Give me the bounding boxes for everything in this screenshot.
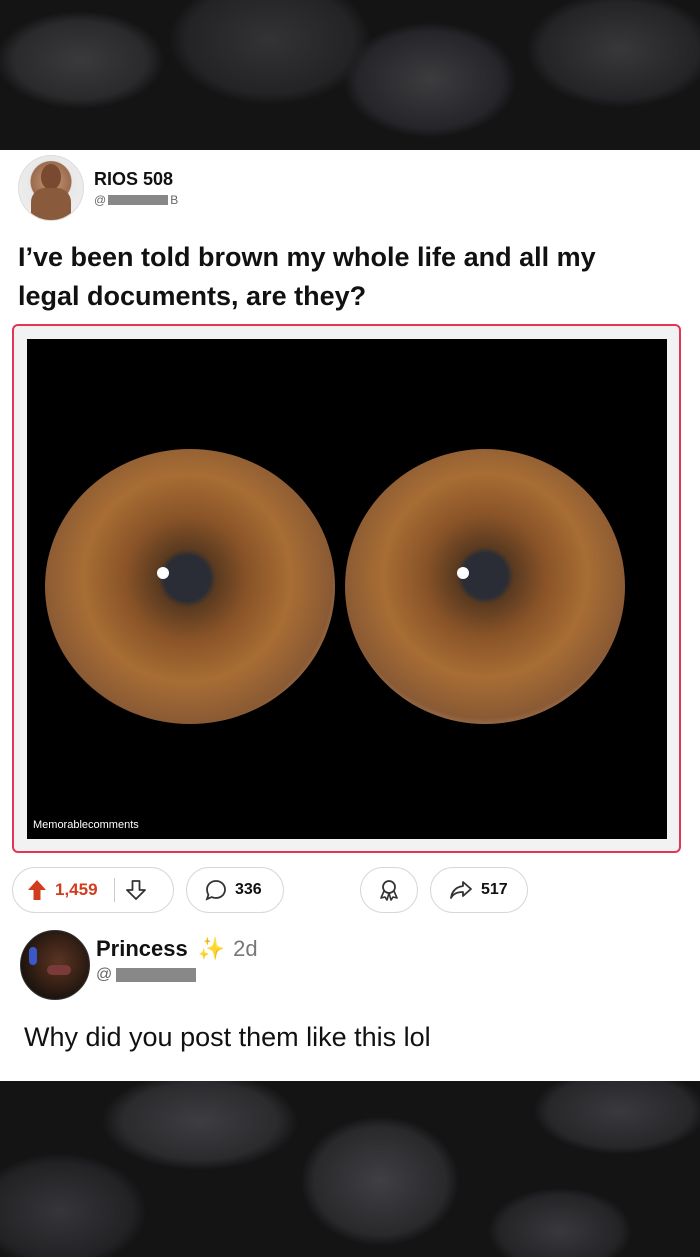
award-button[interactable] bbox=[360, 867, 418, 913]
left-eye-image bbox=[45, 449, 335, 724]
commenter-name-row: Princess ✨ 2d bbox=[96, 936, 258, 962]
post-header: RIOS 508 @ B bbox=[18, 155, 178, 221]
action-bar: 1,459 336 517 bbox=[12, 866, 528, 914]
background-rocks-top bbox=[0, 0, 700, 150]
background-rocks-bottom bbox=[0, 1081, 700, 1257]
vote-divider bbox=[113, 878, 115, 902]
comment-count: 336 bbox=[235, 881, 262, 898]
award-icon bbox=[380, 880, 398, 901]
share-button[interactable]: 517 bbox=[430, 867, 528, 913]
downvote-arrow-icon[interactable] bbox=[125, 879, 147, 901]
author-avatar[interactable] bbox=[18, 155, 84, 221]
post-title: I’ve been told brown my whole life and a… bbox=[18, 242, 596, 311]
commenter-handle-redaction bbox=[116, 968, 197, 982]
media-image: Memorablecomments bbox=[27, 339, 667, 839]
upvote-arrow-icon[interactable] bbox=[27, 879, 47, 901]
commenter-avatar[interactable] bbox=[20, 930, 90, 1000]
eye-glint bbox=[457, 567, 469, 579]
upvote-count: 1,459 bbox=[55, 880, 98, 899]
comments-button[interactable]: 336 bbox=[186, 867, 284, 913]
handle-redaction bbox=[108, 195, 169, 205]
commenter-handle: @ bbox=[96, 966, 197, 984]
comment-bubble-icon bbox=[205, 880, 226, 901]
author-handle: @ B bbox=[94, 193, 178, 207]
author-meta: RIOS 508 @ B bbox=[94, 169, 178, 207]
share-arrow-icon bbox=[450, 881, 472, 899]
vote-control: 1,459 bbox=[12, 867, 174, 913]
commenter-handle-prefix: @ bbox=[96, 966, 113, 983]
commenter-name[interactable]: Princess bbox=[96, 936, 188, 962]
eye-glint bbox=[157, 567, 169, 579]
handle-prefix: @ bbox=[94, 193, 107, 207]
avatar-lips bbox=[47, 965, 71, 975]
avatar-earring bbox=[29, 947, 37, 965]
comment-text: Why did you post them like this lol bbox=[24, 1022, 431, 1052]
avatar-head bbox=[41, 164, 61, 190]
author-name[interactable]: RIOS 508 bbox=[94, 169, 178, 190]
sparkle-icon: ✨ bbox=[197, 936, 226, 961]
post-card: RIOS 508 @ B I’ve been told brown my who… bbox=[0, 150, 700, 1081]
media-watermark: Memorablecomments bbox=[33, 819, 139, 831]
avatar-torso bbox=[31, 188, 71, 220]
handle-suffix: B bbox=[170, 193, 179, 207]
comment-timestamp: 2d bbox=[233, 936, 258, 961]
share-count: 517 bbox=[481, 881, 508, 898]
post-media[interactable]: Memorablecomments bbox=[12, 324, 681, 853]
right-eye-image bbox=[345, 449, 625, 724]
